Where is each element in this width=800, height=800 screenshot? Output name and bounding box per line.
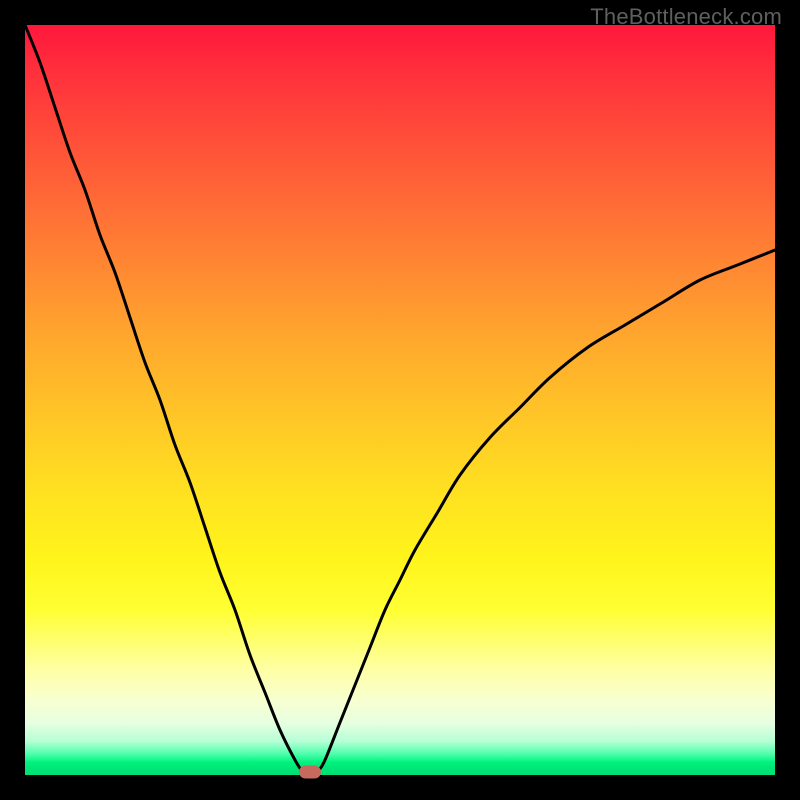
chart-frame: TheBottleneck.com [0, 0, 800, 800]
curve-svg [25, 25, 775, 775]
plot-area [25, 25, 775, 775]
bottleneck-curve [25, 25, 775, 775]
minimum-marker [299, 766, 321, 779]
